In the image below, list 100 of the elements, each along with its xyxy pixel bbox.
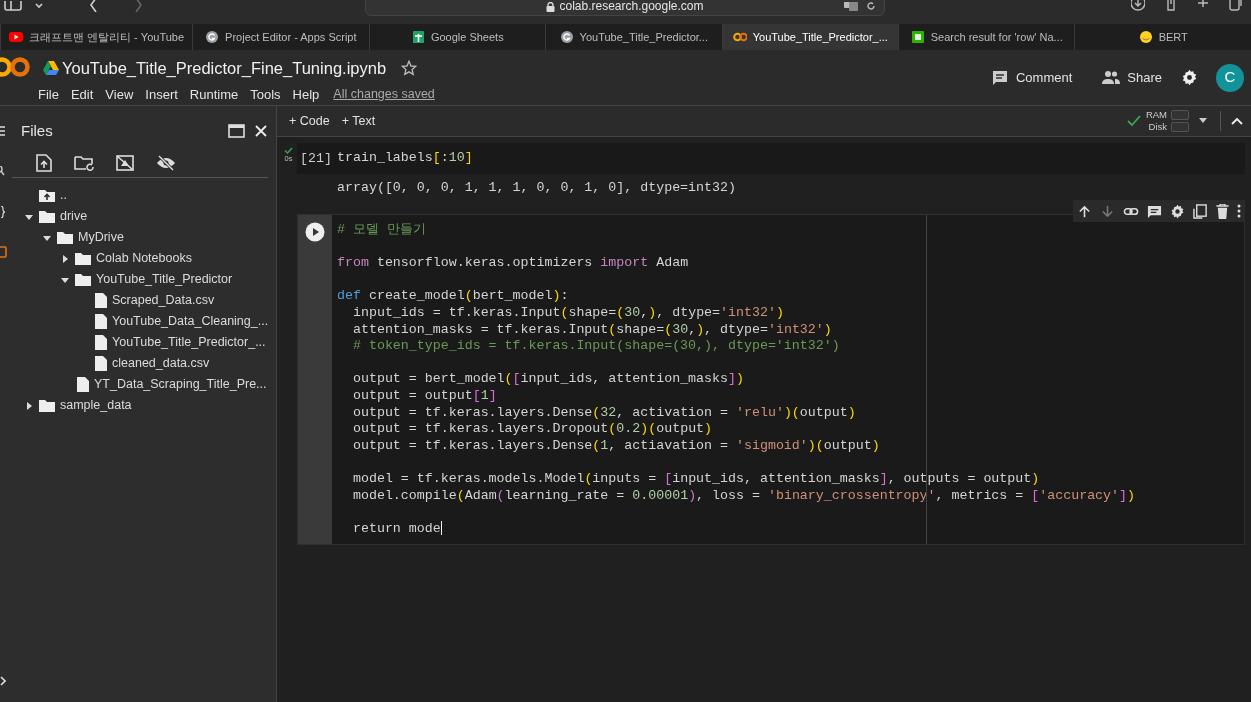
code-line[interactable]: attention_masks = tf.keras.Input(shape=(30,), dtype='int32') [337,321,832,339]
code-line[interactable]: output = tf.keras.layers.Dense(32, activation = 'relu')(output) [337,404,856,422]
file-tree-item[interactable]: YouTube_Title_Predictor [96,270,233,289]
file-tree-item[interactable]: .. [60,186,67,205]
variables-icon[interactable] [0,206,7,218]
usage-meter [1171,122,1189,132]
expand-icon[interactable] [0,676,6,686]
code-line[interactable]: train_labels[:10] [337,150,473,167]
file-icon [95,335,107,350]
file-tree-item[interactable]: YouTube_Data_Cleaning_... [112,312,269,331]
avatar-button[interactable]: C [1216,63,1244,92]
download-icon[interactable] [1131,0,1145,12]
drive-off-icon[interactable] [116,154,134,171]
run-icon[interactable] [305,222,325,242]
dropdown-icon[interactable] [1199,118,1207,124]
code-line[interactable]: output = output[1] [337,387,497,405]
menu-item[interactable]: Help [292,84,320,105]
file-tree-item[interactable]: Colab Notebooks [96,249,192,268]
tab-overview-icon[interactable] [1229,0,1243,12]
chevron-down-icon[interactable] [34,2,44,10]
collapse-icon[interactable] [1231,117,1243,125]
usage-meter [1171,110,1189,120]
infinity-icon [732,31,747,43]
menu-item[interactable]: Tools [250,84,281,105]
save-status-link[interactable]: All changes saved [333,85,435,104]
menu-item[interactable]: File [38,84,59,105]
folder-refresh-icon[interactable] [74,154,94,171]
folder-up-icon [39,189,55,202]
arrow-down-icon[interactable] [1100,203,1115,219]
eye-off-icon[interactable] [156,154,176,171]
caret-down-icon[interactable] [43,233,51,242]
mirror-cell-icon[interactable] [1193,203,1208,219]
code-cell[interactable] [297,214,1245,545]
more-icon[interactable] [1237,204,1241,218]
code-line[interactable]: # token_type_ids = tf.keras.Input(shape=(30,), dtype='int32') [337,338,840,355]
file-tree-item[interactable]: drive [60,207,88,226]
search-icon[interactable] [0,166,5,176]
caret-down-icon[interactable] [61,275,69,284]
caret-down-icon[interactable] [25,212,33,221]
spreadsheet-icon [410,31,425,43]
comment-icon [990,69,1009,86]
file-tree-item[interactable]: YouTube_Title_Predictor_... [112,333,266,352]
file-tree-item[interactable]: sample_data [60,396,132,415]
trash-icon[interactable] [1216,203,1229,219]
menu-item[interactable]: Edit [70,84,94,105]
star-icon[interactable] [401,60,418,77]
tile-icon [910,31,925,43]
code-line[interactable]: input_ids = tf.keras.Input(shape=(30,), dtype='int32') [337,304,784,322]
code-line[interactable]: output = tf.keras.layers.Dropout(0.2)(output) [337,421,713,438]
code-line[interactable]: output = bert_model([input_ids, attention_masks]) [337,371,744,388]
panel-title: Files [21,120,53,141]
caret-right-icon[interactable] [25,401,33,410]
add-cell-button[interactable]: + Text [341,111,376,131]
code-line[interactable]: model.compile(Adam(learning_rate = 0.00001), loss = 'binary_crossentropy', metrics = ['accuracy']) [337,487,1136,505]
browser-tab[interactable]: YouTube_Title_Predictor_... [721,24,898,50]
code-line[interactable]: def create_model(bert_model): [337,288,569,305]
menu-item[interactable]: Insert [145,84,178,105]
resource-label: Disk [1148,121,1167,133]
comment-icon[interactable] [1147,203,1162,219]
sidebar-icon[interactable] [4,1,22,11]
colab-logo-icon[interactable] [0,56,30,78]
settings-icon[interactable] [1181,69,1198,86]
address-bar[interactable]: colab.research.google.com [365,0,885,16]
drive-icon [43,61,59,76]
file-upload-icon[interactable] [36,153,52,172]
close-icon[interactable] [255,125,268,137]
add-cell-button[interactable]: + Code [289,111,330,131]
caret-right-icon[interactable] [61,254,69,263]
address-text: colab.research.google.com [559,0,704,13]
back-icon[interactable] [88,0,98,12]
g-logo-icon [559,31,574,43]
code-line[interactable]: output = tf.keras.layers.Dense(1, actiavation = 'sigmoid')(output) [337,437,880,455]
people-icon [1102,69,1121,86]
settings-icon[interactable] [1170,203,1185,219]
folder-icon [75,273,91,286]
arrow-up-icon[interactable] [1077,203,1092,219]
menu-item[interactable]: View [105,84,134,105]
reload-icon[interactable] [866,1,876,11]
menu-icon[interactable] [0,126,5,136]
code-cell[interactable]: [21] train_labels[:10] [297,143,1245,174]
window-icon[interactable] [228,124,246,138]
code-line[interactable]: model = tf.keras.models.Model(inputs = [input_ids, attention_masks], outputs = output) [337,470,1040,488]
notebook-title[interactable]: YouTube_Title_Predictor_Fine_Tuning.ipynb [62,56,387,81]
execution-count: [21] [300,149,333,168]
comment-button[interactable]: Comment [990,67,1073,88]
forward-icon[interactable] [134,0,144,12]
code-line[interactable]: return mode [337,520,442,538]
code-line[interactable]: from tensorflow.keras.optimizers import Adam [337,255,689,272]
file-tree-item[interactable]: cleaned_data.csv [112,354,210,373]
file-icon [77,377,89,392]
file-icon [95,293,107,308]
file-tree-item[interactable]: YT_Data_Scraping_Title_Pre... [94,375,267,394]
folder-icon [75,252,91,265]
share-button[interactable]: Share [1102,67,1162,88]
code-line[interactable]: # 모델 만들기 [337,222,426,239]
output-text: array([0, 0, 0, 1, 1, 1, 0, 0, 1, 0], dtype=int32) [337,179,736,198]
menu-item[interactable]: Runtime [189,84,239,105]
file-tree-item[interactable]: Scraped_Data.csv [112,291,215,310]
file-tree-item[interactable]: MyDrive [78,228,124,247]
folder-icon[interactable] [0,246,7,258]
